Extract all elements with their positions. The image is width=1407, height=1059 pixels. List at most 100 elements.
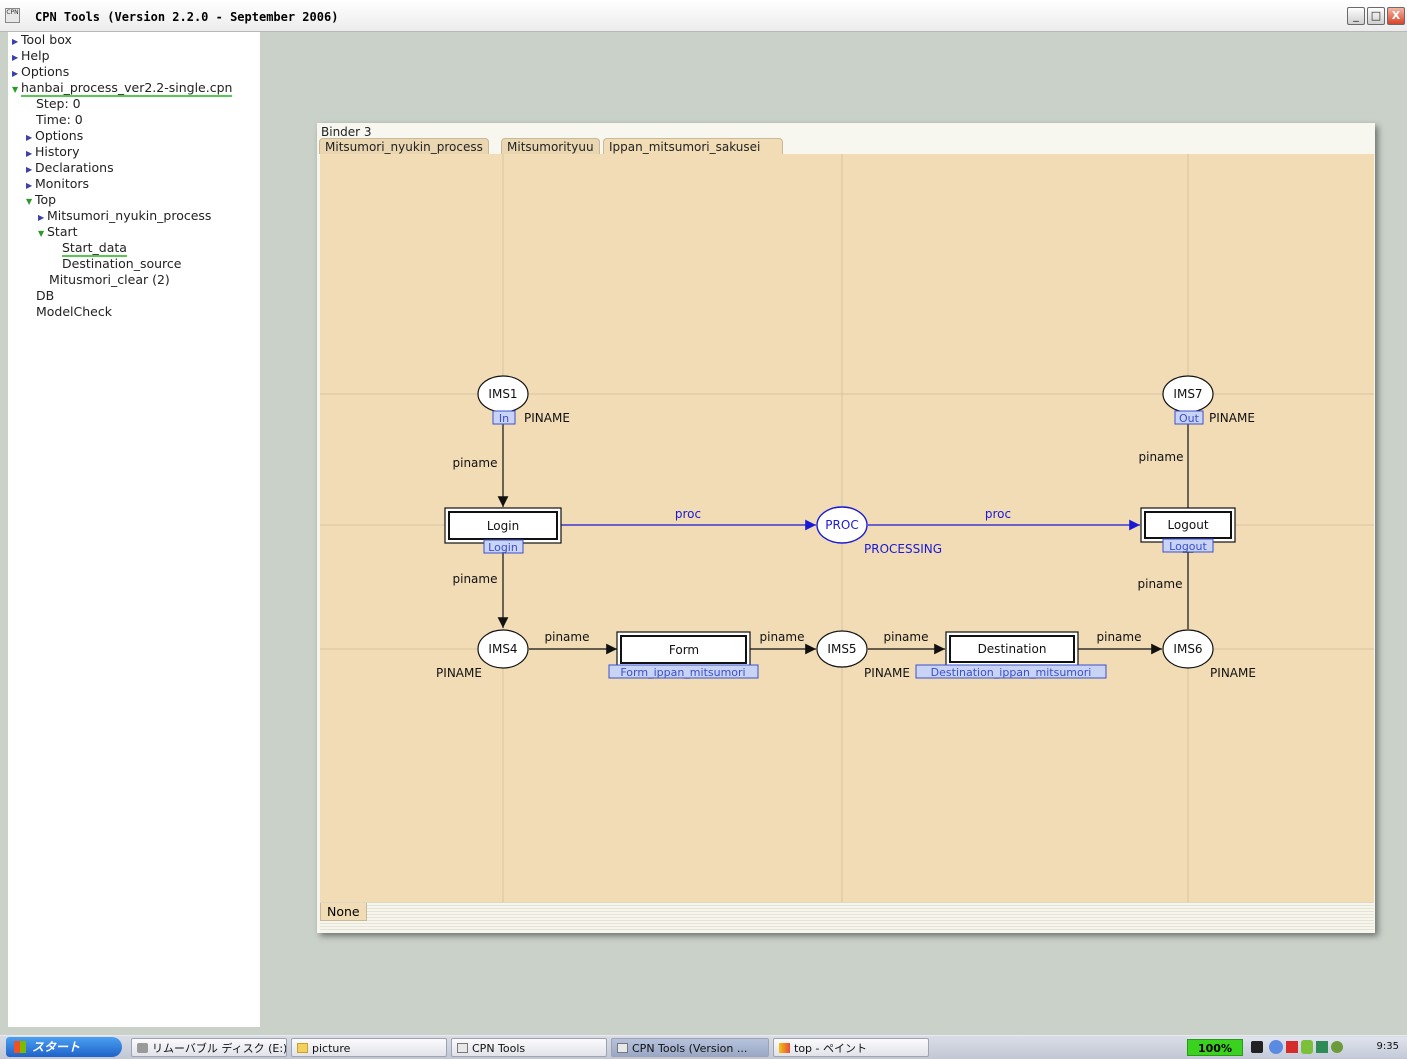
petri-net-diagram[interactable]: piname piname proc proc piname piname pi… bbox=[320, 154, 1374, 902]
tab-none[interactable]: None bbox=[320, 903, 367, 921]
tree-item-toolbox[interactable]: ▶ Tool box bbox=[12, 32, 72, 48]
security-icon[interactable] bbox=[1331, 1041, 1343, 1053]
transition-name: Login bbox=[487, 519, 519, 533]
task-label: top - ペイント bbox=[794, 1042, 867, 1055]
colset-ims6[interactable]: PINAME bbox=[1210, 666, 1256, 680]
tree-item-db[interactable]: DB bbox=[36, 288, 54, 304]
arc-label-ims6-logout[interactable]: piname bbox=[1138, 577, 1183, 591]
tab-mitsumori-nyukin-process[interactable]: Mitsumori_nyukin_process bbox=[319, 138, 489, 154]
colset-proc[interactable]: PROCESSING bbox=[864, 542, 942, 556]
start-label: スタート bbox=[32, 1040, 81, 1054]
binder-window[interactable]: Binder 3 Mitsumori_nyukin_process Mitsum… bbox=[317, 123, 1375, 933]
tree-item-help[interactable]: ▶ Help bbox=[12, 48, 50, 64]
tree-label: Options bbox=[21, 64, 70, 79]
start-button[interactable]: スタート bbox=[6, 1037, 122, 1057]
arc-label-login-ims4[interactable]: piname bbox=[453, 572, 498, 586]
tree-label: Monitors bbox=[35, 176, 90, 191]
cpn-icon bbox=[457, 1043, 468, 1053]
place-ims5[interactable]: IMS5 bbox=[816, 630, 868, 668]
task-picture-folder[interactable]: picture bbox=[291, 1038, 447, 1057]
windows-taskbar: スタート リムーバブル ディスク (E:) picture CPN Tools … bbox=[0, 1035, 1407, 1059]
cpn-app-icon: CPN bbox=[5, 8, 20, 23]
tree-item-declarations[interactable]: ▶ Declarations bbox=[26, 160, 114, 176]
colset-ims4[interactable]: PINAME bbox=[436, 666, 482, 680]
refresh-icon[interactable] bbox=[1269, 1040, 1283, 1054]
index-sidebar: ▶ Tool box ▶ Help ▶ Options ▼ hanbai_process… bbox=[8, 32, 260, 1027]
place-name: IMS4 bbox=[488, 642, 517, 656]
tree-item-start-data[interactable]: Start_data bbox=[62, 240, 127, 257]
place-name: IMS1 bbox=[488, 387, 517, 401]
transition-destination[interactable]: Destination bbox=[945, 631, 1079, 667]
tree-item-destination-source[interactable]: Destination_source bbox=[62, 256, 182, 272]
tree-item-mitsumori-nyukin[interactable]: ▶ Mitsumori_nyukin_process bbox=[38, 208, 211, 224]
task-label: picture bbox=[312, 1042, 351, 1055]
tree-label: Start bbox=[47, 224, 78, 239]
place-name: IMS6 bbox=[1173, 642, 1202, 656]
arc-label-ims4-form[interactable]: piname bbox=[545, 630, 590, 644]
clock[interactable]: 9:35 bbox=[1377, 1041, 1399, 1052]
close-button[interactable]: X bbox=[1387, 7, 1405, 25]
tree-label: Declarations bbox=[35, 160, 114, 175]
paint-icon bbox=[779, 1043, 790, 1053]
place-name: IMS5 bbox=[827, 642, 856, 656]
task-removable-disk[interactable]: リムーバブル ディスク (E:) bbox=[131, 1038, 287, 1057]
tree-item-monitors[interactable]: ▶ Monitors bbox=[26, 176, 89, 192]
drive-icon bbox=[137, 1043, 148, 1053]
place-ims1[interactable]: IMS1 bbox=[477, 375, 529, 413]
port-tag-out-text: Out bbox=[1179, 412, 1200, 425]
tree-item-top[interactable]: ▼ Top bbox=[26, 192, 56, 208]
tab-mitsumorityuu[interactable]: Mitsumorityuu bbox=[501, 138, 600, 154]
transition-name: Logout bbox=[1167, 518, 1208, 532]
tab-ippan-mitsumori-sakusei[interactable]: Ippan_mitsumori_sakusei bbox=[603, 138, 783, 154]
tree-item-mitusmori-clear[interactable]: Mitusmori_clear (2) bbox=[49, 272, 170, 288]
window-titlebar[interactable]: CPN CPN Tools (Version 2.2.0 - September… bbox=[0, 0, 1407, 32]
arc-label-proc-logout[interactable]: proc bbox=[985, 507, 1011, 521]
step-counter: Step: 0 bbox=[36, 96, 81, 111]
tree-item-start[interactable]: ▼ Start bbox=[38, 224, 78, 240]
place-proc[interactable]: PROC bbox=[816, 506, 868, 544]
task-cpn-tools-version[interactable]: CPN Tools (Version ... bbox=[611, 1038, 769, 1057]
arc-label-ims5-destination[interactable]: piname bbox=[884, 630, 929, 644]
minimize-button[interactable]: _ bbox=[1347, 7, 1365, 25]
transition-logout[interactable]: Logout bbox=[1140, 507, 1236, 543]
subpage-tag-login-text: Login bbox=[488, 541, 518, 554]
transition-login[interactable]: Login bbox=[444, 507, 562, 544]
arc-label-logout-ims7[interactable]: piname bbox=[1139, 450, 1184, 464]
restore-button[interactable]: □ bbox=[1367, 7, 1385, 25]
zoom-indicator[interactable]: 100% bbox=[1187, 1039, 1243, 1056]
task-cpn-tools[interactable]: CPN Tools bbox=[451, 1038, 607, 1057]
collapse-triangle-icon[interactable]: ▼ bbox=[26, 194, 35, 210]
subpage-tag-destination-text: Destination_ippan_mitsumori bbox=[931, 666, 1092, 679]
tree-item-options[interactable]: ▶ Options bbox=[12, 64, 69, 80]
colset-ims5[interactable]: PINAME bbox=[864, 666, 910, 680]
port-tag-in-text: In bbox=[499, 412, 509, 425]
transition-name: Form bbox=[669, 643, 699, 657]
tree-item-net-file[interactable]: ▼ hanbai_process_ver2.2-single.cpn bbox=[12, 80, 233, 98]
task-paint[interactable]: top - ペイント bbox=[773, 1038, 929, 1057]
collapse-triangle-icon[interactable]: ▼ bbox=[12, 82, 21, 98]
ati-icon[interactable] bbox=[1286, 1041, 1298, 1053]
arc-label-form-ims5[interactable]: piname bbox=[760, 630, 805, 644]
tree-item-file-options[interactable]: ▶ Options bbox=[26, 128, 83, 144]
tree-item-modelcheck[interactable]: ModelCheck bbox=[36, 304, 112, 320]
tree-item-history[interactable]: ▶ History bbox=[26, 144, 79, 160]
task-label: CPN Tools (Version ... bbox=[632, 1042, 748, 1055]
collapse-triangle-icon[interactable]: ▼ bbox=[38, 226, 47, 242]
colset-ims1[interactable]: PINAME bbox=[524, 411, 570, 425]
leaf-icon[interactable] bbox=[1301, 1040, 1313, 1054]
place-ims4[interactable]: IMS4 bbox=[477, 629, 529, 669]
subpage-tag-logout-text: Logout bbox=[1169, 540, 1207, 553]
task-label: リムーバブル ディスク (E:) bbox=[152, 1042, 287, 1055]
arc-label-ims1-login[interactable]: piname bbox=[453, 456, 498, 470]
tree-label: Top bbox=[35, 192, 57, 207]
place-ims7[interactable]: IMS7 bbox=[1162, 375, 1214, 413]
plug-icon[interactable] bbox=[1251, 1041, 1263, 1053]
arc-label-destination-ims6[interactable]: piname bbox=[1097, 630, 1142, 644]
network-icon[interactable] bbox=[1316, 1041, 1328, 1053]
transition-form[interactable]: Form bbox=[616, 631, 751, 668]
time-counter: Time: 0 bbox=[36, 112, 83, 127]
place-ims6[interactable]: IMS6 bbox=[1162, 629, 1214, 669]
colset-ims7[interactable]: PINAME bbox=[1209, 411, 1255, 425]
arc-label-login-proc[interactable]: proc bbox=[675, 507, 701, 521]
net-canvas[interactable]: piname piname proc proc piname piname pi… bbox=[320, 154, 1374, 902]
